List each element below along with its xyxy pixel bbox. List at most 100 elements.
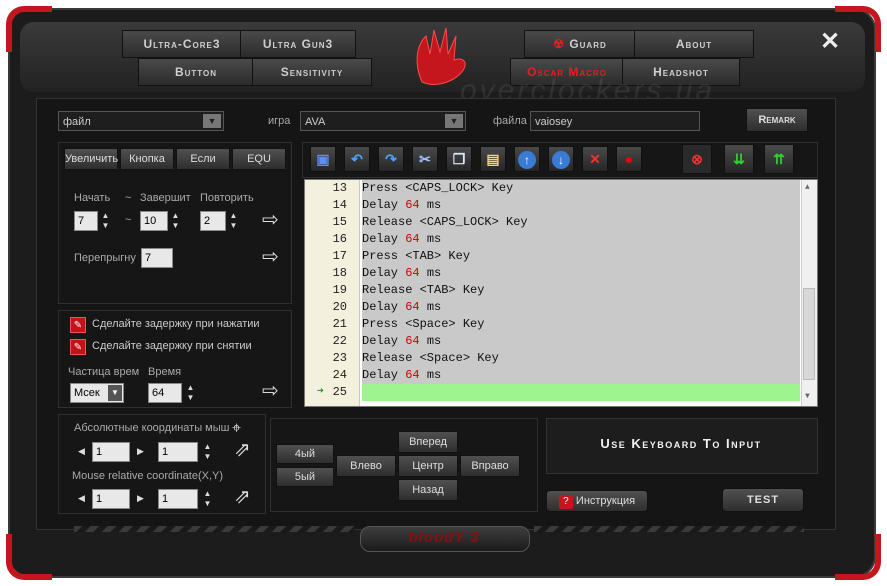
editor-line[interactable]: 24 Delay 64 ms bbox=[305, 367, 802, 384]
editor-line[interactable]: 17 Press <TAB> Key bbox=[305, 248, 802, 265]
paste-icon[interactable]: ▤ bbox=[480, 146, 506, 172]
start-input[interactable]: 7 bbox=[74, 211, 98, 231]
line-code: Delay 64 ms bbox=[362, 299, 800, 316]
line-number: 17 bbox=[332, 249, 347, 263]
time-unit-label: Частица врем bbox=[68, 366, 140, 378]
rel-x-input[interactable]: 1 bbox=[92, 489, 130, 509]
editor-line[interactable]: 20 Delay 64 ms bbox=[305, 299, 802, 316]
mouse-button-5[interactable]: 5ый bbox=[276, 467, 334, 487]
end-input[interactable]: 10 bbox=[140, 211, 168, 231]
repeat-stepper[interactable]: ▲ ▼ bbox=[227, 211, 240, 231]
press-delay-checkbox[interactable]: ✎ bbox=[70, 317, 86, 333]
editor-line[interactable]: 25 ➜ bbox=[305, 384, 802, 401]
instruction-button-label: Инструкция bbox=[575, 495, 636, 507]
rel-y-input[interactable]: 1 bbox=[158, 489, 198, 509]
key-button[interactable]: Кнопка bbox=[120, 148, 174, 170]
tab-guard[interactable]: ☢ Guard bbox=[524, 30, 636, 58]
equ-button[interactable]: EQU bbox=[232, 148, 286, 170]
copy-icon[interactable]: ❐ bbox=[446, 146, 472, 172]
editor-line[interactable]: 14 Delay 64 ms bbox=[305, 197, 802, 214]
record-icon[interactable]: ● bbox=[616, 146, 642, 172]
tab-button[interactable]: Button bbox=[138, 58, 254, 86]
line-number: 19 bbox=[332, 283, 347, 297]
center-button[interactable]: Центр bbox=[398, 455, 458, 477]
time-input[interactable]: 64 bbox=[148, 383, 182, 403]
remark-button[interactable]: Remark bbox=[746, 108, 808, 132]
editor-line[interactable]: 16 Delay 64 ms bbox=[305, 231, 802, 248]
tab-about[interactable]: About bbox=[634, 30, 754, 58]
release-delay-checkbox[interactable]: ✎ bbox=[70, 339, 86, 355]
editor-scrollbar[interactable]: ▲ ▼ bbox=[801, 180, 817, 406]
if-button[interactable]: Если bbox=[176, 148, 230, 170]
file-name-label: файла bbox=[493, 115, 527, 127]
jump-label: Перепрыгну bbox=[74, 252, 136, 264]
move-up-icon[interactable]: ↑ bbox=[514, 146, 540, 172]
editor-line[interactable]: 21 Press <Space> Key bbox=[305, 316, 802, 333]
tab-ultra-core3[interactable]: Ultra-Core3 bbox=[122, 30, 242, 58]
time-unit-value: Мсек bbox=[74, 387, 100, 399]
tab-ultra-gun3[interactable]: Ultra Gun3 bbox=[240, 30, 356, 58]
cut-icon[interactable]: ✂ bbox=[412, 146, 438, 172]
right-button[interactable]: Вправо bbox=[460, 455, 520, 477]
editor-line[interactable]: 13 Press <CAPS_LOCK> Key bbox=[305, 180, 802, 197]
insert-abs-arrow-icon[interactable]: ⇗ bbox=[234, 440, 251, 460]
abs-x-input[interactable]: 1 bbox=[92, 442, 130, 462]
editor-line[interactable]: 18 Delay 64 ms bbox=[305, 265, 802, 282]
time-unit-select[interactable]: Мсек ▼ bbox=[70, 383, 124, 403]
insert-jump-arrow-icon[interactable]: ⇨ bbox=[262, 247, 279, 267]
abs-y-input[interactable]: 1 bbox=[158, 442, 198, 462]
import-icon[interactable]: ⇊ bbox=[724, 144, 754, 174]
line-code: Delay 64 ms bbox=[362, 367, 800, 384]
crosshair-icon[interactable]: ⌖ bbox=[232, 420, 241, 438]
start-stepper[interactable]: ▲ ▼ bbox=[99, 211, 112, 231]
move-down-icon[interactable]: ↓ bbox=[548, 146, 574, 172]
rel-y-stepper[interactable]: ▲ ▼ bbox=[201, 489, 214, 509]
line-code: Delay 64 ms bbox=[362, 197, 800, 214]
guard-antenna-icon: ☢ bbox=[553, 37, 570, 51]
line-code: Delay 64 ms bbox=[362, 231, 800, 248]
editor-line[interactable]: 22 Delay 64 ms bbox=[305, 333, 802, 350]
editor-line[interactable]: 19 Release <TAB> Key bbox=[305, 282, 802, 299]
mouse-button-4[interactable]: 4ый bbox=[276, 444, 334, 464]
insert-rel-arrow-icon[interactable]: ⇗ bbox=[234, 487, 251, 507]
export-icon[interactable]: ⇈ bbox=[764, 144, 794, 174]
back-button[interactable]: Назад bbox=[398, 479, 458, 501]
rel-x-right-icon[interactable]: ▶ bbox=[137, 493, 144, 504]
increase-button[interactable]: Увеличить bbox=[64, 148, 118, 170]
save-icon[interactable]: ▣ bbox=[310, 146, 336, 172]
insert-loop-arrow-icon[interactable]: ⇨ bbox=[262, 210, 279, 230]
undo-icon[interactable]: ↶ bbox=[344, 146, 370, 172]
redo-icon[interactable]: ↷ bbox=[378, 146, 404, 172]
editor-line[interactable]: 23 Release <Space> Key bbox=[305, 350, 802, 367]
end-stepper[interactable]: ▲ ▼ bbox=[169, 211, 182, 231]
repeat-input[interactable]: 2 bbox=[200, 211, 226, 231]
close-icon[interactable]: ✕ bbox=[818, 30, 842, 54]
code-text-suffix: ms bbox=[419, 368, 442, 382]
jump-input[interactable]: 7 bbox=[141, 248, 173, 268]
abs-x-right-icon[interactable]: ▶ bbox=[137, 446, 144, 457]
code-text: Release <CAPS_LOCK> Key bbox=[362, 215, 528, 229]
macro-editor[interactable]: 13 Press <CAPS_LOCK> Key 14 Delay 64 ms 15 Re… bbox=[304, 179, 818, 407]
editor-line[interactable]: 15 Release <CAPS_LOCK> Key bbox=[305, 214, 802, 231]
stop-icon[interactable]: ⊗ bbox=[682, 144, 712, 174]
abs-x-left-icon[interactable]: ◀ bbox=[78, 446, 85, 457]
delete-icon[interactable]: ✕ bbox=[582, 146, 608, 172]
scroll-up-icon[interactable]: ▲ bbox=[805, 183, 810, 192]
delay-value: 64 bbox=[405, 334, 420, 348]
file-select-value: файл bbox=[63, 116, 91, 128]
instruction-button[interactable]: ? Инструкция bbox=[546, 490, 648, 512]
time-stepper[interactable]: ▲ ▼ bbox=[184, 383, 197, 403]
scroll-down-icon[interactable]: ▼ bbox=[805, 392, 810, 401]
file-name-input[interactable]: vaiosey bbox=[530, 111, 700, 131]
rel-x-left-icon[interactable]: ◀ bbox=[78, 493, 85, 504]
test-button[interactable]: TEST bbox=[722, 488, 804, 512]
file-select[interactable]: файл ▼ bbox=[58, 111, 224, 131]
game-select[interactable]: AVA ▼ bbox=[300, 111, 466, 131]
forward-button[interactable]: Вперед bbox=[398, 431, 458, 453]
tab-sensitivity[interactable]: Sensitivity bbox=[252, 58, 372, 86]
scrollbar-thumb[interactable] bbox=[803, 288, 815, 380]
left-button[interactable]: Влево bbox=[336, 455, 396, 477]
line-code: Release <TAB> Key bbox=[362, 282, 800, 299]
insert-delay-arrow-icon[interactable]: ⇨ bbox=[262, 381, 279, 401]
abs-y-stepper[interactable]: ▲ ▼ bbox=[201, 442, 214, 462]
